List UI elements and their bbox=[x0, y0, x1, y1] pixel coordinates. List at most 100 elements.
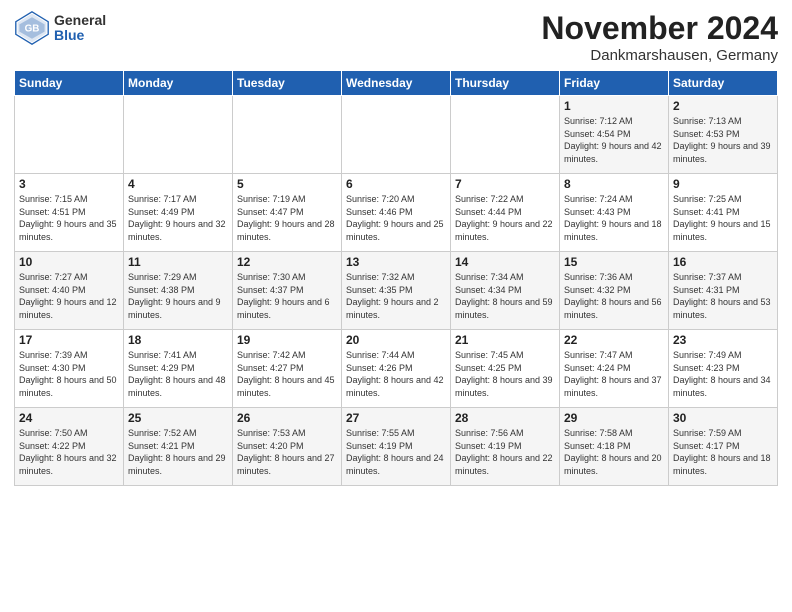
day-info: Sunrise: 7:12 AM Sunset: 4:54 PM Dayligh… bbox=[564, 115, 664, 165]
day-info: Sunrise: 7:56 AM Sunset: 4:19 PM Dayligh… bbox=[455, 427, 555, 477]
page-container: GB General Blue November 2024 Dankmarsha… bbox=[0, 0, 792, 492]
calendar-week-4: 17 Sunrise: 7:39 AM Sunset: 4:30 PM Dayli… bbox=[15, 330, 778, 408]
day-info: Sunrise: 7:59 AM Sunset: 4:17 PM Dayligh… bbox=[673, 427, 773, 477]
day-info: Sunrise: 7:50 AM Sunset: 4:22 PM Dayligh… bbox=[19, 427, 119, 477]
day-number: 3 bbox=[19, 177, 119, 191]
day-number: 12 bbox=[237, 255, 337, 269]
day-number: 6 bbox=[346, 177, 446, 191]
calendar-cell bbox=[124, 96, 233, 174]
day-info: Sunrise: 7:30 AM Sunset: 4:37 PM Dayligh… bbox=[237, 271, 337, 321]
day-info: Sunrise: 7:49 AM Sunset: 4:23 PM Dayligh… bbox=[673, 349, 773, 399]
day-number: 11 bbox=[128, 255, 228, 269]
title-block: November 2024 Dankmarshausen, Germany bbox=[541, 10, 778, 64]
day-number: 26 bbox=[237, 411, 337, 425]
day-info: Sunrise: 7:45 AM Sunset: 4:25 PM Dayligh… bbox=[455, 349, 555, 399]
day-info: Sunrise: 7:47 AM Sunset: 4:24 PM Dayligh… bbox=[564, 349, 664, 399]
header-wednesday: Wednesday bbox=[342, 71, 451, 96]
calendar-week-5: 24 Sunrise: 7:50 AM Sunset: 4:22 PM Dayli… bbox=[15, 408, 778, 486]
day-number: 16 bbox=[673, 255, 773, 269]
day-info: Sunrise: 7:42 AM Sunset: 4:27 PM Dayligh… bbox=[237, 349, 337, 399]
header-monday: Monday bbox=[124, 71, 233, 96]
day-number: 22 bbox=[564, 333, 664, 347]
calendar-cell: 6 Sunrise: 7:20 AM Sunset: 4:46 PM Daylig… bbox=[342, 174, 451, 252]
day-info: Sunrise: 7:17 AM Sunset: 4:49 PM Dayligh… bbox=[128, 193, 228, 243]
logo-text: General Blue bbox=[54, 13, 106, 44]
calendar-cell: 15 Sunrise: 7:36 AM Sunset: 4:32 PM Dayli… bbox=[560, 252, 669, 330]
calendar-cell: 23 Sunrise: 7:49 AM Sunset: 4:23 PM Dayli… bbox=[669, 330, 778, 408]
calendar-cell: 29Sunrise: 7:58 AM Sunset: 4:18 PM Dayli… bbox=[560, 408, 669, 486]
day-info: Sunrise: 7:32 AM Sunset: 4:35 PM Dayligh… bbox=[346, 271, 446, 321]
day-info: Sunrise: 7:13 AM Sunset: 4:53 PM Dayligh… bbox=[673, 115, 773, 165]
calendar-cell: 14Sunrise: 7:34 AM Sunset: 4:34 PM Dayli… bbox=[451, 252, 560, 330]
header: GB General Blue November 2024 Dankmarsha… bbox=[14, 10, 778, 64]
calendar-cell bbox=[342, 96, 451, 174]
day-number: 29 bbox=[564, 411, 664, 425]
day-number: 20 bbox=[346, 333, 446, 347]
calendar-cell: 21 Sunrise: 7:45 AM Sunset: 4:25 PM Dayli… bbox=[451, 330, 560, 408]
calendar-cell: 9Sunrise: 7:25 AM Sunset: 4:41 PM Daylig… bbox=[669, 174, 778, 252]
header-tuesday: Tuesday bbox=[233, 71, 342, 96]
day-number: 21 bbox=[455, 333, 555, 347]
calendar-cell bbox=[233, 96, 342, 174]
day-info: Sunrise: 7:41 AM Sunset: 4:29 PM Dayligh… bbox=[128, 349, 228, 399]
day-info: Sunrise: 7:22 AM Sunset: 4:44 PM Dayligh… bbox=[455, 193, 555, 243]
calendar-header: Sunday Monday Tuesday Wednesday Thursday… bbox=[15, 71, 778, 96]
day-number: 1 bbox=[564, 99, 664, 113]
calendar-cell: 7 Sunrise: 7:22 AM Sunset: 4:44 PM Daylig… bbox=[451, 174, 560, 252]
header-saturday: Saturday bbox=[669, 71, 778, 96]
day-info: Sunrise: 7:25 AM Sunset: 4:41 PM Dayligh… bbox=[673, 193, 773, 243]
calendar-cell: 28Sunrise: 7:56 AM Sunset: 4:19 PM Dayli… bbox=[451, 408, 560, 486]
svg-text:GB: GB bbox=[25, 24, 40, 35]
header-row: Sunday Monday Tuesday Wednesday Thursday… bbox=[15, 71, 778, 96]
day-number: 10 bbox=[19, 255, 119, 269]
calendar-cell: 17 Sunrise: 7:39 AM Sunset: 4:30 PM Dayli… bbox=[15, 330, 124, 408]
calendar-cell: 24 Sunrise: 7:50 AM Sunset: 4:22 PM Dayli… bbox=[15, 408, 124, 486]
logo-blue-text: Blue bbox=[54, 28, 106, 43]
calendar-body: 1 Sunrise: 7:12 AM Sunset: 4:54 PM Daylig… bbox=[15, 96, 778, 486]
calendar-cell: 2Sunrise: 7:13 AM Sunset: 4:53 PM Daylig… bbox=[669, 96, 778, 174]
day-number: 8 bbox=[564, 177, 664, 191]
calendar-cell: 13Sunrise: 7:32 AM Sunset: 4:35 PM Dayli… bbox=[342, 252, 451, 330]
calendar-cell: 8 Sunrise: 7:24 AM Sunset: 4:43 PM Daylig… bbox=[560, 174, 669, 252]
calendar-week-3: 10 Sunrise: 7:27 AM Sunset: 4:40 PM Dayli… bbox=[15, 252, 778, 330]
day-info: Sunrise: 7:39 AM Sunset: 4:30 PM Dayligh… bbox=[19, 349, 119, 399]
day-info: Sunrise: 7:27 AM Sunset: 4:40 PM Dayligh… bbox=[19, 271, 119, 321]
day-number: 15 bbox=[564, 255, 664, 269]
header-friday: Friday bbox=[560, 71, 669, 96]
header-thursday: Thursday bbox=[451, 71, 560, 96]
logo-general-text: General bbox=[54, 13, 106, 28]
day-number: 23 bbox=[673, 333, 773, 347]
calendar-cell: 4 Sunrise: 7:17 AM Sunset: 4:49 PM Daylig… bbox=[124, 174, 233, 252]
day-info: Sunrise: 7:37 AM Sunset: 4:31 PM Dayligh… bbox=[673, 271, 773, 321]
day-info: Sunrise: 7:52 AM Sunset: 4:21 PM Dayligh… bbox=[128, 427, 228, 477]
day-number: 7 bbox=[455, 177, 555, 191]
logo-icon: GB bbox=[14, 10, 50, 46]
day-number: 5 bbox=[237, 177, 337, 191]
calendar-week-2: 3Sunrise: 7:15 AM Sunset: 4:51 PM Daylig… bbox=[15, 174, 778, 252]
calendar-cell: 26 Sunrise: 7:53 AM Sunset: 4:20 PM Dayli… bbox=[233, 408, 342, 486]
location: Dankmarshausen, Germany bbox=[541, 47, 778, 64]
day-info: Sunrise: 7:19 AM Sunset: 4:47 PM Dayligh… bbox=[237, 193, 337, 243]
day-info: Sunrise: 7:53 AM Sunset: 4:20 PM Dayligh… bbox=[237, 427, 337, 477]
day-info: Sunrise: 7:44 AM Sunset: 4:26 PM Dayligh… bbox=[346, 349, 446, 399]
calendar-cell: 30Sunrise: 7:59 AM Sunset: 4:17 PM Dayli… bbox=[669, 408, 778, 486]
calendar-cell bbox=[451, 96, 560, 174]
day-number: 14 bbox=[455, 255, 555, 269]
calendar-week-1: 1 Sunrise: 7:12 AM Sunset: 4:54 PM Daylig… bbox=[15, 96, 778, 174]
logo: GB General Blue bbox=[14, 10, 106, 46]
calendar-cell: 27Sunrise: 7:55 AM Sunset: 4:19 PM Dayli… bbox=[342, 408, 451, 486]
calendar-cell bbox=[15, 96, 124, 174]
day-info: Sunrise: 7:20 AM Sunset: 4:46 PM Dayligh… bbox=[346, 193, 446, 243]
day-number: 17 bbox=[19, 333, 119, 347]
calendar-cell: 25Sunrise: 7:52 AM Sunset: 4:21 PM Dayli… bbox=[124, 408, 233, 486]
day-info: Sunrise: 7:36 AM Sunset: 4:32 PM Dayligh… bbox=[564, 271, 664, 321]
day-number: 4 bbox=[128, 177, 228, 191]
month-title: November 2024 bbox=[541, 10, 778, 47]
day-number: 24 bbox=[19, 411, 119, 425]
day-number: 19 bbox=[237, 333, 337, 347]
calendar-cell: 5 Sunrise: 7:19 AM Sunset: 4:47 PM Daylig… bbox=[233, 174, 342, 252]
calendar-cell: 12 Sunrise: 7:30 AM Sunset: 4:37 PM Dayli… bbox=[233, 252, 342, 330]
day-info: Sunrise: 7:24 AM Sunset: 4:43 PM Dayligh… bbox=[564, 193, 664, 243]
day-number: 27 bbox=[346, 411, 446, 425]
calendar-table: Sunday Monday Tuesday Wednesday Thursday… bbox=[14, 70, 778, 486]
